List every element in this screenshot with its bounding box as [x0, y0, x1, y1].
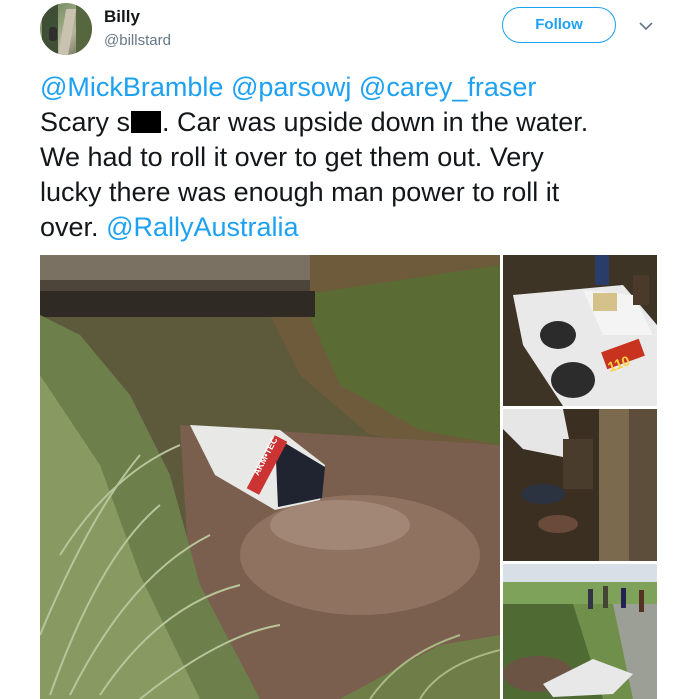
tweet-text-line4: over.: [40, 212, 99, 242]
tweet-mentions-line: @MickBramble @parsowj @carey_fraser: [40, 70, 660, 105]
tweet-header: Billy @billstard Follow: [0, 0, 699, 64]
mention-carey-fraser[interactable]: @carey_fraser: [359, 72, 536, 102]
photo-right-bottom[interactable]: [503, 564, 657, 699]
tweet-text: @MickBramble @parsowj @carey_fraser Scar…: [40, 70, 660, 245]
user-name[interactable]: Billy: [104, 7, 140, 27]
user-handle[interactable]: @billstard: [104, 32, 171, 49]
mention-parsowj[interactable]: @parsowj: [231, 72, 351, 102]
chevron-down-icon[interactable]: [638, 18, 654, 34]
follow-button[interactable]: Follow: [502, 7, 616, 43]
tweet-text-line3: lucky there was enough man power to roll…: [40, 177, 560, 207]
tweet-text-line2: We had to roll it over to get them out. …: [40, 142, 544, 172]
photo-main[interactable]: AKM•TEC: [40, 255, 500, 699]
redaction-block: [131, 111, 162, 133]
mention-mickbramble[interactable]: @MickBramble: [40, 72, 223, 102]
mention-rallyaustralia[interactable]: @RallyAustralia: [106, 212, 298, 242]
tweet-text-line1-prefix: Scary s: [40, 107, 131, 137]
tweet-text-line1-suffix: . Car was upside down in the water.: [162, 107, 589, 137]
media-grid: AKM•TEC 110: [40, 255, 657, 699]
photo-right-middle[interactable]: [503, 409, 657, 561]
photo-right-top[interactable]: 110: [503, 255, 657, 406]
avatar[interactable]: [40, 3, 92, 55]
